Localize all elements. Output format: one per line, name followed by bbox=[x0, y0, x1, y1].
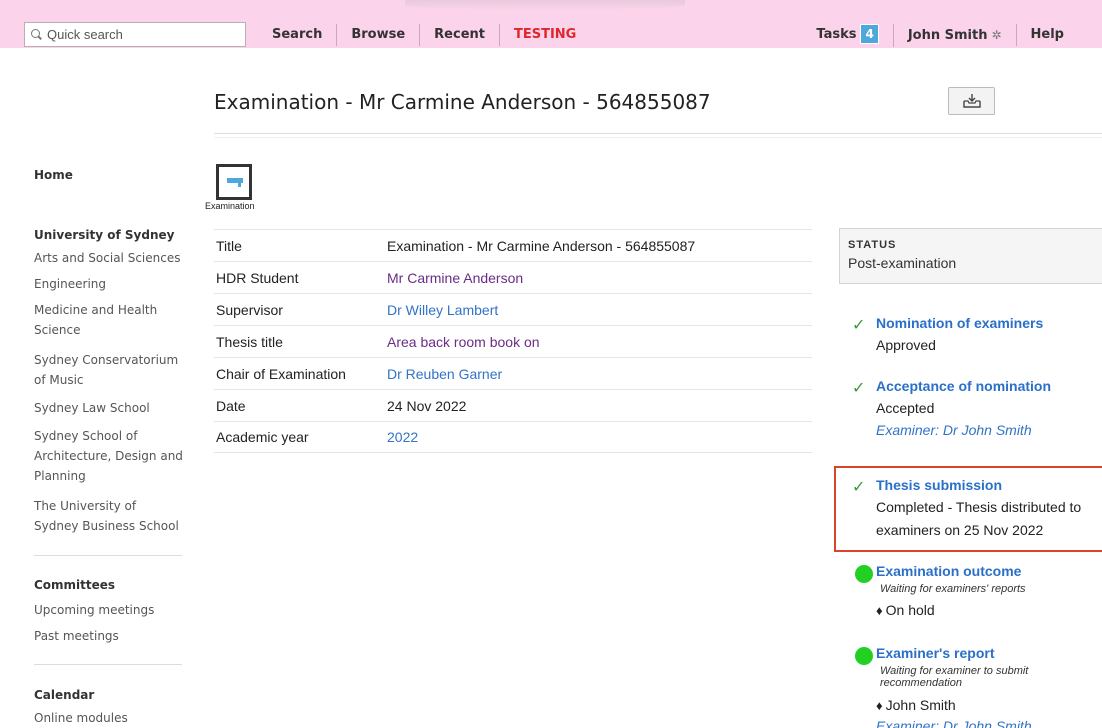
detail-label: Date bbox=[216, 397, 246, 414]
examiner-link[interactable]: Examiner: Dr John Smith bbox=[876, 718, 1032, 728]
nav-testing[interactable]: TESTING bbox=[498, 24, 590, 46]
detail-label: Supervisor bbox=[216, 301, 283, 318]
person-pin-icon: ♦ bbox=[876, 603, 883, 618]
detail-value: 24 Nov 2022 bbox=[387, 397, 467, 414]
in-progress-dot-icon bbox=[855, 647, 873, 665]
sidebar-university-heading[interactable]: University of Sydney bbox=[34, 228, 174, 242]
checkmark-icon: ✓ bbox=[852, 317, 866, 334]
download-button[interactable] bbox=[948, 87, 995, 115]
step-info: Waiting for examiner to submit recommend… bbox=[880, 665, 1029, 689]
sidebar-item-medicine[interactable]: Medicine and Health Science bbox=[34, 300, 184, 340]
user-nav: Tasks 4 John Smith ✲ Help bbox=[802, 23, 1078, 47]
decorative-shadow bbox=[405, 0, 685, 10]
tasks-label: Tasks bbox=[816, 27, 857, 42]
in-progress-dot-icon bbox=[855, 565, 873, 583]
sidebar-item-conservatorium[interactable]: Sydney Conservatorium of Music bbox=[34, 350, 184, 390]
record-type-label: Examination bbox=[205, 201, 255, 211]
detail-row-thesis-title: Thesis title Area back room book on bbox=[214, 325, 812, 357]
thesis-title-link[interactable]: Area back room book on bbox=[387, 334, 540, 350]
nav-browse[interactable]: Browse bbox=[336, 24, 419, 46]
detail-label: Chair of Examination bbox=[216, 365, 346, 382]
sidebar-committees-heading[interactable]: Committees bbox=[34, 578, 115, 592]
detail-row-academic-year: Academic year 2022 bbox=[214, 421, 812, 453]
detail-label: Title bbox=[216, 237, 242, 254]
detail-label: Academic year bbox=[216, 429, 309, 445]
sidebar-calendar-heading[interactable]: Calendar bbox=[34, 688, 94, 702]
step-title-link[interactable]: Thesis submission bbox=[876, 477, 1002, 493]
step-status: Approved bbox=[876, 337, 936, 353]
detail-label: Thesis title bbox=[216, 333, 283, 350]
record-icon-leg bbox=[238, 182, 241, 187]
download-tray-icon bbox=[962, 94, 981, 108]
details-table: Title Examination - Mr Carmine Anderson … bbox=[214, 229, 812, 453]
examination-record-icon bbox=[216, 164, 252, 200]
step-person: ♦ John Smith bbox=[876, 697, 956, 713]
detail-row-title: Title Examination - Mr Carmine Anderson … bbox=[214, 229, 812, 261]
sidebar-item-arts[interactable]: Arts and Social Sciences bbox=[34, 248, 184, 268]
detail-row-date: Date 24 Nov 2022 bbox=[214, 389, 812, 421]
step-title-link[interactable]: Nomination of examiners bbox=[876, 315, 1043, 331]
chair-link[interactable]: Dr Reuben Garner bbox=[387, 366, 502, 382]
sidebar-item-law[interactable]: Sydney Law School bbox=[34, 398, 184, 418]
detail-label: HDR Student bbox=[216, 269, 299, 286]
sidebar-item-business[interactable]: The University of Sydney Business School bbox=[34, 496, 184, 536]
hdr-student-link[interactable]: Mr Carmine Anderson bbox=[387, 270, 523, 286]
checkmark-icon: ✓ bbox=[852, 479, 866, 496]
step-title-link[interactable]: Examination outcome bbox=[876, 563, 1021, 579]
top-navigation-bar: Search Browse Recent TESTING Tasks4 John… bbox=[0, 0, 1102, 48]
academic-year-link[interactable]: 2022 bbox=[387, 429, 418, 445]
status-box: STATUS Post-examination bbox=[839, 228, 1102, 284]
step-status-continued: examiners on 25 Nov 2022 bbox=[876, 522, 1044, 538]
nav-search[interactable]: Search bbox=[258, 24, 336, 46]
main-nav: Search Browse Recent TESTING bbox=[258, 23, 590, 47]
step-title-link[interactable]: Examiner's report bbox=[876, 645, 995, 661]
step-person-name: On hold bbox=[885, 602, 935, 618]
sidebar-item-past-meetings[interactable]: Past meetings bbox=[34, 626, 184, 646]
sidebar-item-upcoming-meetings[interactable]: Upcoming meetings bbox=[34, 600, 184, 620]
gear-icon: ✲ bbox=[991, 27, 1002, 42]
sidebar-item-online-modules[interactable]: Online modules bbox=[34, 708, 184, 728]
sidebar-home[interactable]: Home bbox=[34, 168, 73, 182]
page-title: Examination - Mr Carmine Anderson - 5648… bbox=[214, 90, 711, 114]
tasks-count-badge: 4 bbox=[860, 24, 879, 44]
step-person-name: John Smith bbox=[885, 697, 956, 713]
title-divider bbox=[214, 133, 1102, 134]
step-person: ♦ On hold bbox=[876, 602, 935, 618]
step-status: Accepted bbox=[876, 400, 935, 416]
detail-row-chair: Chair of Examination Dr Reuben Garner bbox=[214, 357, 812, 389]
sidebar-item-architecture[interactable]: Sydney School of Architecture, Design an… bbox=[34, 426, 184, 486]
status-value: Post-examination bbox=[848, 255, 957, 271]
detail-row-hdr-student: HDR Student Mr Carmine Anderson bbox=[214, 261, 812, 293]
step-title-link[interactable]: Acceptance of nomination bbox=[876, 378, 1051, 394]
sidebar-item-engineering[interactable]: Engineering bbox=[34, 274, 184, 294]
step-info: Waiting for examiners' reports bbox=[880, 583, 1026, 595]
user-name: John Smith bbox=[907, 27, 988, 43]
examiner-link[interactable]: Examiner: Dr John Smith bbox=[876, 422, 1032, 438]
checkmark-icon: ✓ bbox=[852, 380, 866, 397]
title-divider-shadow bbox=[214, 137, 1102, 138]
record-icon-face bbox=[222, 170, 246, 194]
person-pin-icon: ♦ bbox=[876, 698, 883, 713]
status-caption: STATUS bbox=[848, 239, 897, 251]
quick-search-input[interactable] bbox=[47, 27, 237, 42]
sidebar-divider bbox=[34, 664, 182, 665]
sidebar-divider bbox=[34, 555, 182, 556]
step-status: Completed - Thesis distributed to bbox=[876, 499, 1082, 515]
quick-search-box[interactable] bbox=[24, 22, 246, 47]
tasks-link[interactable]: Tasks 4 bbox=[802, 24, 892, 46]
user-menu[interactable]: John Smith ✲ bbox=[892, 23, 1016, 47]
supervisor-link[interactable]: Dr Willey Lambert bbox=[387, 302, 498, 318]
search-icon bbox=[31, 28, 43, 41]
detail-row-supervisor: Supervisor Dr Willey Lambert bbox=[214, 293, 812, 325]
help-link[interactable]: Help bbox=[1015, 24, 1078, 46]
detail-value: Examination - Mr Carmine Anderson - 5648… bbox=[387, 237, 696, 254]
nav-recent[interactable]: Recent bbox=[419, 24, 499, 46]
